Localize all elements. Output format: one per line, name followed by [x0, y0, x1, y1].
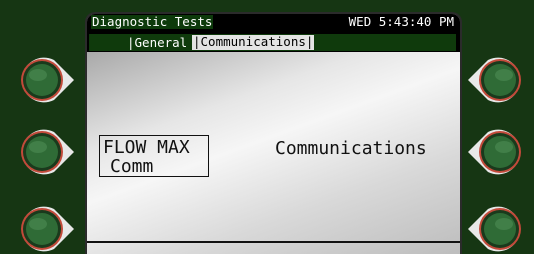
tab-strip: |General |Communications|	[89, 34, 456, 51]
flow-max-label: FLOW MAX	[103, 137, 190, 158]
soft-key-icon	[468, 206, 521, 252]
title-bar: Diagnostic Tests WED 5:43:40 PM	[87, 14, 460, 33]
tab-bar: |General |Communications|	[87, 33, 460, 52]
tab-general[interactable]: |General	[127, 36, 187, 50]
soft-key-icon	[468, 57, 521, 103]
right-soft-key-1[interactable]	[466, 55, 526, 105]
left-soft-key-1[interactable]	[16, 55, 76, 105]
flow-max-comm-button[interactable]: FLOW MAX Comm	[99, 135, 209, 177]
right-soft-key-2[interactable]	[466, 127, 526, 177]
content-area: FLOW MAX Comm Communications	[87, 52, 460, 254]
soft-key-icon	[21, 57, 74, 103]
right-soft-key-3[interactable]	[466, 204, 526, 254]
left-soft-key-2[interactable]	[16, 127, 76, 177]
tab-communications[interactable]: |Communications|	[192, 35, 315, 50]
clock: WED 5:43:40 PM	[348, 14, 454, 29]
soft-key-icon	[21, 206, 74, 252]
comm-label: Comm	[110, 156, 154, 177]
bottom-divider	[87, 241, 460, 243]
communications-label: Communications	[275, 138, 427, 159]
left-soft-key-3[interactable]	[16, 204, 76, 254]
screen-title: Diagnostic Tests	[91, 14, 214, 29]
display-screen: Diagnostic Tests WED 5:43:40 PM |General…	[87, 14, 460, 254]
soft-key-icon	[21, 129, 74, 175]
soft-key-icon	[468, 129, 521, 175]
